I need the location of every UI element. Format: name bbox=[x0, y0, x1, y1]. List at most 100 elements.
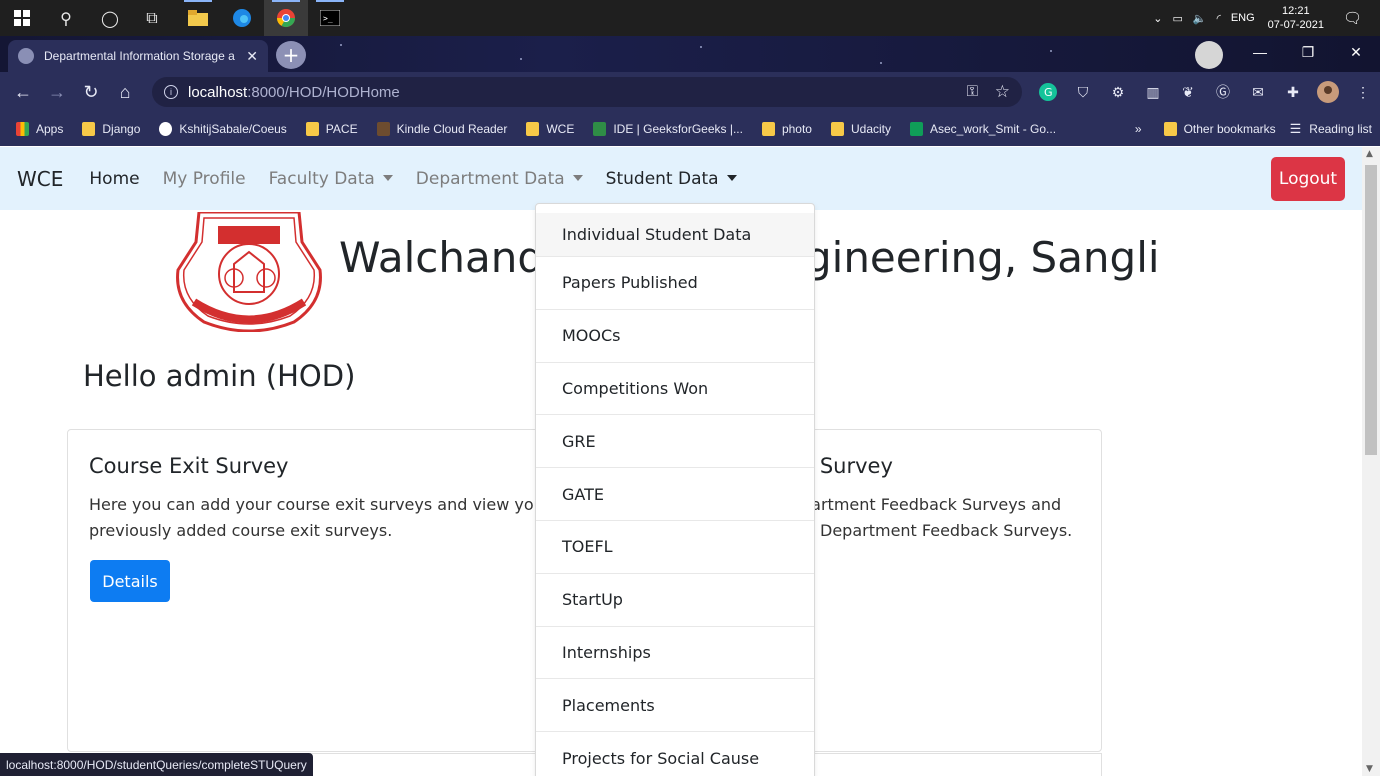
dropdown-item-placements[interactable]: Placements bbox=[536, 679, 814, 733]
reload-icon[interactable]: ↻ bbox=[74, 82, 108, 103]
grammarly-icon[interactable]: G bbox=[1036, 80, 1060, 104]
shield-extension-icon[interactable]: ⛉ bbox=[1071, 80, 1095, 104]
nav-home[interactable]: Home bbox=[89, 169, 139, 189]
scroll-up-icon[interactable]: ▲ bbox=[1366, 149, 1373, 159]
nav-faculty-data[interactable]: Faculty Data bbox=[269, 169, 393, 189]
bookmark-pace[interactable]: PACE bbox=[305, 122, 358, 136]
back-icon[interactable]: ← bbox=[6, 82, 40, 103]
browser-tab-strip: Departmental Information Storage a ✕ bbox=[0, 36, 1380, 72]
nav-student-data-label: Student Data bbox=[605, 168, 719, 189]
dropdown-item-papers-published[interactable]: Papers Published bbox=[536, 257, 814, 310]
navbar-brand[interactable]: WCE bbox=[17, 167, 63, 191]
caret-down-icon bbox=[726, 174, 737, 181]
terminal-icon[interactable]: >_ bbox=[308, 0, 352, 36]
language-indicator[interactable]: ENG bbox=[1231, 12, 1255, 24]
scroll-down-icon[interactable]: ▼ bbox=[1366, 764, 1373, 774]
dropdown-item-individual-student-data[interactable]: Individual Student Data bbox=[536, 213, 814, 257]
search-icon[interactable]: ⚲ bbox=[44, 0, 88, 36]
leaf-extension-icon[interactable]: ❦ bbox=[1176, 80, 1200, 104]
clock[interactable]: 12:21 07-07-2021 bbox=[1268, 4, 1324, 32]
wifi-icon[interactable]: ◜ bbox=[1217, 12, 1221, 25]
forward-icon[interactable]: → bbox=[40, 82, 74, 103]
windows-start-icon[interactable] bbox=[0, 0, 44, 36]
college-logo bbox=[176, 212, 322, 332]
clock-date: 07-07-2021 bbox=[1267, 19, 1324, 31]
nav-department-data[interactable]: Department Data bbox=[416, 169, 583, 189]
link-status-bar: localhost:8000/HOD/studentQueries/comple… bbox=[0, 753, 313, 776]
g-extension-icon[interactable]: Ⓖ bbox=[1211, 80, 1235, 104]
svg-text:G: G bbox=[1044, 86, 1053, 99]
key-icon[interactable]: ⚿ bbox=[967, 83, 978, 100]
extension-icon[interactable]: ⚙ bbox=[1106, 80, 1130, 104]
details-button[interactable]: Details bbox=[90, 560, 170, 602]
bookmark-apps[interactable]: Apps bbox=[16, 122, 63, 136]
bookmark-label: Apps bbox=[36, 122, 64, 136]
tab-title: Departmental Information Storage a bbox=[44, 49, 235, 63]
bookmark-label: KshitijSabale/Coeus bbox=[179, 122, 287, 136]
reading-list[interactable]: ☰ Reading list bbox=[1290, 121, 1372, 137]
site-info-icon[interactable]: i bbox=[164, 85, 178, 99]
mail-extension-icon[interactable]: ✉ bbox=[1246, 80, 1270, 104]
bookmark-udacity[interactable]: Udacity bbox=[830, 122, 891, 136]
avatar[interactable] bbox=[1316, 80, 1340, 104]
bookmarks-right: » Other bookmarks ☰ Reading list bbox=[1135, 112, 1372, 146]
bookmark-asec[interactable]: Asec_work_Smit - Go... bbox=[910, 122, 1056, 136]
dropdown-item-competitions-won[interactable]: Competitions Won bbox=[536, 363, 814, 416]
card-text-line: partment Feedback Surveys and bbox=[801, 495, 1062, 514]
bookmark-kindle[interactable]: Kindle Cloud Reader bbox=[376, 122, 507, 136]
dropdown-item-moocs[interactable]: MOOCs bbox=[536, 310, 814, 363]
other-bookmarks[interactable]: Other bookmarks bbox=[1163, 122, 1276, 136]
bookmark-geeksforgeeks[interactable]: IDE | GeeksforGeeks |... bbox=[593, 122, 743, 136]
bookmark-star-icon[interactable]: ☆ bbox=[995, 82, 1010, 102]
notification-icon[interactable]: 🗨 bbox=[1343, 9, 1362, 27]
dropdown-item-gre[interactable]: GRE bbox=[536, 415, 814, 469]
bookmark-label: Udacity bbox=[850, 122, 891, 136]
page-scrollbar[interactable]: ▲ ▼ bbox=[1362, 147, 1380, 776]
bookmark-wce[interactable]: WCE bbox=[526, 122, 574, 136]
more-bookmarks-icon[interactable]: » bbox=[1135, 122, 1142, 136]
home-icon[interactable]: ⌂ bbox=[108, 82, 142, 103]
edge-icon[interactable] bbox=[220, 0, 264, 36]
close-tab-icon[interactable]: ✕ bbox=[246, 48, 258, 65]
file-explorer-icon[interactable] bbox=[176, 0, 220, 36]
cortana-icon[interactable]: ◯ bbox=[88, 0, 132, 36]
logout-button[interactable]: Logout bbox=[1271, 157, 1345, 201]
gfg-icon bbox=[593, 122, 607, 136]
menu-dots-icon[interactable]: ⋮ bbox=[1351, 80, 1375, 104]
bookmark-label: IDE | GeeksforGeeks |... bbox=[613, 122, 743, 136]
dropdown-item-startup[interactable]: StartUp bbox=[536, 574, 814, 627]
dropdown-item-internships[interactable]: Internships bbox=[536, 627, 814, 680]
puzzle-extensions-icon[interactable]: ✚ bbox=[1281, 80, 1305, 104]
course-exit-survey-title: Course Exit Survey bbox=[89, 454, 289, 478]
task-view-icon[interactable]: ⧉ bbox=[130, 0, 174, 36]
browser-tab[interactable]: Departmental Information Storage a ✕ bbox=[8, 40, 268, 72]
volume-icon[interactable]: 🔈 bbox=[1193, 12, 1207, 25]
tab-search-icon[interactable] bbox=[1195, 41, 1223, 69]
student-data-dropdown: Individual Student Data Papers Published… bbox=[535, 203, 815, 776]
bookmark-django[interactable]: Django bbox=[82, 122, 140, 136]
new-tab-button[interactable]: + bbox=[276, 41, 306, 69]
nav-student-data[interactable]: Student Data bbox=[606, 169, 737, 189]
folder-icon bbox=[82, 122, 96, 136]
restore-icon[interactable]: ❐ bbox=[1284, 36, 1332, 72]
nav-my-profile[interactable]: My Profile bbox=[163, 169, 246, 189]
folder-icon bbox=[305, 122, 319, 136]
bookmark-label: Django bbox=[102, 122, 141, 136]
dropdown-item-toefl[interactable]: TOEFL bbox=[536, 521, 814, 574]
dropdown-item-projects-social-cause[interactable]: Projects for Social Cause bbox=[536, 732, 814, 776]
scroll-thumb[interactable] bbox=[1365, 165, 1377, 455]
chevron-up-icon[interactable]: ⌄ bbox=[1153, 12, 1162, 25]
reader-extension-icon[interactable]: ▥ bbox=[1141, 80, 1165, 104]
address-bar[interactable]: i localhost:8000/HOD/HODHome ⚿ ☆ bbox=[152, 77, 1022, 107]
college-name-left: Walchand bbox=[339, 233, 544, 282]
close-window-icon[interactable]: ✕ bbox=[1332, 36, 1380, 72]
folder-icon bbox=[1163, 122, 1177, 136]
bookmark-label: photo bbox=[781, 122, 812, 136]
nav-faculty-data-label: Faculty Data bbox=[268, 168, 375, 189]
bookmark-photo[interactable]: photo bbox=[761, 122, 812, 136]
battery-icon[interactable]: ▭ bbox=[1172, 12, 1182, 25]
chrome-icon[interactable] bbox=[264, 0, 308, 36]
bookmark-github[interactable]: KshitijSabale/Coeus bbox=[159, 122, 287, 136]
minimize-icon[interactable]: — bbox=[1236, 36, 1284, 72]
dropdown-item-gate[interactable]: GATE bbox=[536, 468, 814, 521]
